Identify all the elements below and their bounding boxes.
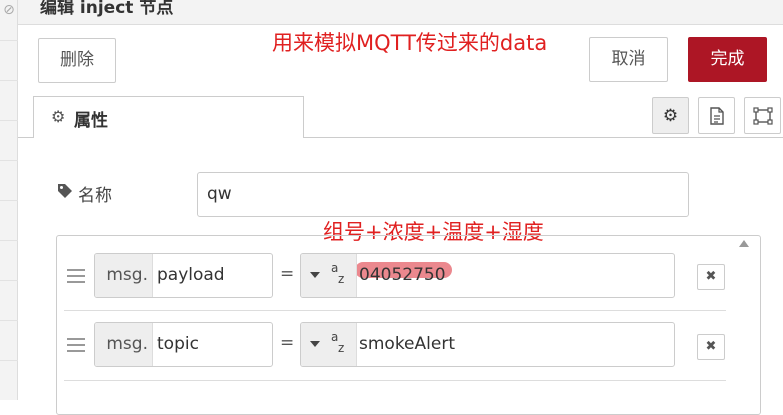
property-name-field[interactable]: msg. payload	[94, 253, 273, 298]
document-icon	[709, 106, 724, 125]
chevron-down-icon	[310, 341, 320, 347]
gear-icon: ⚙	[51, 107, 66, 126]
drag-handle-icon[interactable]	[67, 269, 85, 287]
name-label: 名称	[78, 186, 112, 206]
string-type-icon: az	[331, 330, 345, 355]
workspace-strip	[0, 0, 18, 400]
type-selector[interactable]: az	[301, 323, 357, 366]
delete-button[interactable]: 删除	[38, 38, 116, 83]
description-tab-button[interactable]	[698, 97, 735, 134]
property-name: payload	[157, 265, 225, 285]
frame-icon	[752, 106, 773, 125]
settings-tab-button[interactable]: ⚙	[652, 97, 689, 134]
property-name: topic	[157, 334, 199, 354]
property-name-field[interactable]: msg. topic	[94, 322, 273, 367]
string-type-icon: az	[331, 261, 345, 286]
type-selector[interactable]: az	[301, 254, 357, 297]
done-button[interactable]: 完成	[688, 37, 767, 82]
cancel-button[interactable]: 取消	[589, 37, 668, 82]
row-separator	[64, 380, 726, 381]
scroll-up-icon[interactable]	[739, 240, 749, 247]
remove-row-button[interactable]: ✖	[697, 334, 725, 360]
annotation-top: 用来模拟MQTT传过来的data	[272, 31, 548, 55]
equals-sign: =	[280, 333, 295, 353]
equals-sign: =	[280, 264, 295, 284]
drag-handle-icon[interactable]	[67, 338, 85, 356]
property-value-field[interactable]: az smokeAlert	[300, 322, 675, 367]
close-icon: ✖	[705, 269, 717, 284]
property-value: 04052750	[359, 265, 446, 285]
disabled-icon: ⊘	[3, 2, 15, 18]
close-icon: ✖	[705, 339, 717, 354]
msg-prefix: msg.	[95, 323, 153, 366]
gear-icon: ⚙	[662, 105, 679, 126]
remove-row-button[interactable]: ✖	[697, 264, 725, 290]
property-value: smokeAlert	[359, 334, 455, 354]
dialog-title: 编辑 inject 节点	[40, 0, 174, 18]
tab-properties[interactable]: ⚙ 属性	[33, 96, 304, 138]
name-input[interactable]: qw	[197, 172, 689, 217]
row-separator	[64, 310, 726, 311]
tag-icon	[57, 183, 73, 203]
tab-properties-label: 属性	[74, 111, 108, 131]
property-value-field[interactable]: az 04052750	[300, 253, 675, 298]
msg-prefix: msg.	[95, 254, 153, 297]
appearance-tab-button[interactable]	[744, 97, 781, 134]
chevron-down-icon	[310, 272, 320, 278]
